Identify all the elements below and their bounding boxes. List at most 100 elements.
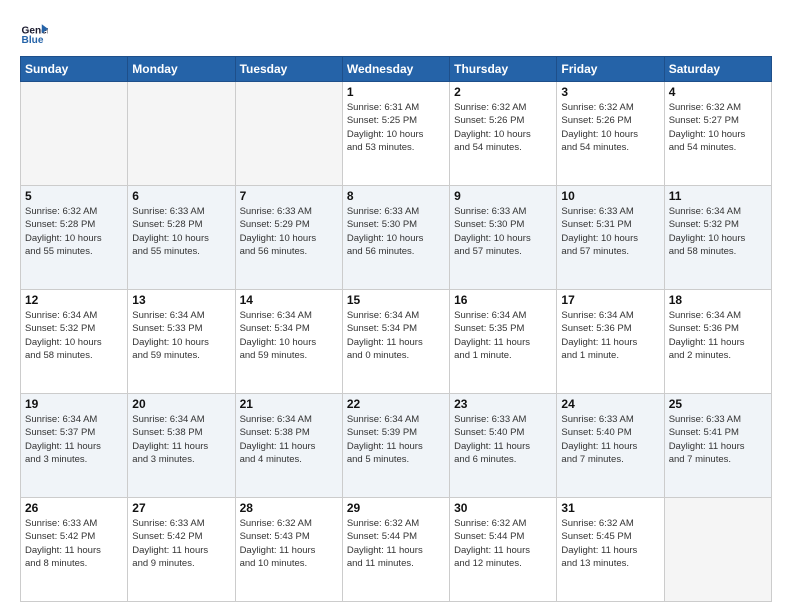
day-info: Sunrise: 6:34 AM Sunset: 5:32 PM Dayligh… [669, 205, 767, 258]
day-number: 22 [347, 397, 445, 411]
calendar-cell: 13 Sunrise: 6:34 AM Sunset: 5:33 PM Dayli… [128, 290, 235, 394]
day-info: Sunrise: 6:34 AM Sunset: 5:34 PM Dayligh… [347, 309, 445, 362]
calendar-cell: 4 Sunrise: 6:32 AM Sunset: 5:27 PM Daylig… [664, 82, 771, 186]
day-info: Sunrise: 6:32 AM Sunset: 5:27 PM Dayligh… [669, 101, 767, 154]
day-info: Sunrise: 6:32 AM Sunset: 5:26 PM Dayligh… [561, 101, 659, 154]
day-number: 23 [454, 397, 552, 411]
day-info: Sunrise: 6:33 AM Sunset: 5:40 PM Dayligh… [454, 413, 552, 466]
calendar-cell: 29 Sunrise: 6:32 AM Sunset: 5:44 PM Dayli… [342, 498, 449, 602]
svg-text:Blue: Blue [22, 35, 44, 46]
calendar-cell: 20Sunrise: 6:34 AM Sunset: 5:38 PM Dayli… [128, 394, 235, 498]
day-info: Sunrise: 6:33 AM Sunset: 5:28 PM Dayligh… [132, 205, 230, 258]
day-number: 18 [669, 293, 767, 307]
calendar-cell: 19Sunrise: 6:34 AM Sunset: 5:37 PM Dayli… [21, 394, 128, 498]
day-number: 8 [347, 189, 445, 203]
calendar-cell: 2 Sunrise: 6:32 AM Sunset: 5:26 PM Daylig… [450, 82, 557, 186]
calendar-cell [235, 82, 342, 186]
day-info: Sunrise: 6:32 AM Sunset: 5:44 PM Dayligh… [347, 517, 445, 570]
day-number: 2 [454, 85, 552, 99]
calendar-cell: 25 Sunrise: 6:33 AM Sunset: 5:41 PM Dayli… [664, 394, 771, 498]
day-info: Sunrise: 6:34 AM Sunset: 5:36 PM Dayligh… [561, 309, 659, 362]
day-info: Sunrise: 6:34 AM Sunset: 5:34 PM Dayligh… [240, 309, 338, 362]
day-number: 30 [454, 501, 552, 515]
day-number: 20 [132, 397, 230, 411]
week-row-4: 19Sunrise: 6:34 AM Sunset: 5:37 PM Dayli… [21, 394, 772, 498]
calendar-cell: 23 Sunrise: 6:33 AM Sunset: 5:40 PM Dayli… [450, 394, 557, 498]
calendar-cell: 5 Sunrise: 6:32 AM Sunset: 5:28 PM Daylig… [21, 186, 128, 290]
day-number: 10 [561, 189, 659, 203]
calendar-cell: 7Sunrise: 6:33 AM Sunset: 5:29 PM Daylig… [235, 186, 342, 290]
weekday-header-monday: Monday [128, 57, 235, 82]
day-number: 31 [561, 501, 659, 515]
calendar-cell: 6 Sunrise: 6:33 AM Sunset: 5:28 PM Daylig… [128, 186, 235, 290]
calendar-cell: 30 Sunrise: 6:32 AM Sunset: 5:44 PM Dayli… [450, 498, 557, 602]
week-row-5: 26Sunrise: 6:33 AM Sunset: 5:42 PM Dayli… [21, 498, 772, 602]
day-number: 6 [132, 189, 230, 203]
calendar-cell: 28 Sunrise: 6:32 AM Sunset: 5:43 PM Dayli… [235, 498, 342, 602]
calendar-cell: 15 Sunrise: 6:34 AM Sunset: 5:34 PM Dayli… [342, 290, 449, 394]
week-row-3: 12Sunrise: 6:34 AM Sunset: 5:32 PM Dayli… [21, 290, 772, 394]
day-number: 24 [561, 397, 659, 411]
day-info: Sunrise: 6:32 AM Sunset: 5:26 PM Dayligh… [454, 101, 552, 154]
weekday-header-sunday: Sunday [21, 57, 128, 82]
weekday-header-friday: Friday [557, 57, 664, 82]
day-info: Sunrise: 6:32 AM Sunset: 5:28 PM Dayligh… [25, 205, 123, 258]
calendar-cell: 1 Sunrise: 6:31 AM Sunset: 5:25 PM Daylig… [342, 82, 449, 186]
calendar-cell [21, 82, 128, 186]
page: General Blue SundayMondayTuesdayWednesda… [0, 0, 792, 612]
week-row-2: 5 Sunrise: 6:32 AM Sunset: 5:28 PM Daylig… [21, 186, 772, 290]
calendar-cell: 12Sunrise: 6:34 AM Sunset: 5:32 PM Dayli… [21, 290, 128, 394]
calendar-cell: 26Sunrise: 6:33 AM Sunset: 5:42 PM Dayli… [21, 498, 128, 602]
calendar-cell: 17 Sunrise: 6:34 AM Sunset: 5:36 PM Dayli… [557, 290, 664, 394]
day-info: Sunrise: 6:33 AM Sunset: 5:42 PM Dayligh… [25, 517, 123, 570]
weekday-header-tuesday: Tuesday [235, 57, 342, 82]
day-info: Sunrise: 6:33 AM Sunset: 5:41 PM Dayligh… [669, 413, 767, 466]
day-number: 19 [25, 397, 123, 411]
header: General Blue [20, 18, 772, 46]
day-number: 21 [240, 397, 338, 411]
day-number: 9 [454, 189, 552, 203]
day-number: 27 [132, 501, 230, 515]
calendar-cell: 14 Sunrise: 6:34 AM Sunset: 5:34 PM Dayli… [235, 290, 342, 394]
day-number: 28 [240, 501, 338, 515]
calendar-cell: 18 Sunrise: 6:34 AM Sunset: 5:36 PM Dayli… [664, 290, 771, 394]
calendar-cell: 9Sunrise: 6:33 AM Sunset: 5:30 PM Daylig… [450, 186, 557, 290]
logo-icon: General Blue [20, 18, 48, 46]
week-row-1: 1 Sunrise: 6:31 AM Sunset: 5:25 PM Daylig… [21, 82, 772, 186]
day-info: Sunrise: 6:33 AM Sunset: 5:29 PM Dayligh… [240, 205, 338, 258]
day-number: 29 [347, 501, 445, 515]
calendar-cell: 3 Sunrise: 6:32 AM Sunset: 5:26 PM Daylig… [557, 82, 664, 186]
day-number: 14 [240, 293, 338, 307]
calendar-cell: 31Sunrise: 6:32 AM Sunset: 5:45 PM Dayli… [557, 498, 664, 602]
day-number: 13 [132, 293, 230, 307]
day-number: 15 [347, 293, 445, 307]
day-number: 17 [561, 293, 659, 307]
day-number: 3 [561, 85, 659, 99]
calendar-cell [664, 498, 771, 602]
day-info: Sunrise: 6:34 AM Sunset: 5:32 PM Dayligh… [25, 309, 123, 362]
calendar-table: SundayMondayTuesdayWednesdayThursdayFrid… [20, 56, 772, 602]
calendar-cell: 21Sunrise: 6:34 AM Sunset: 5:38 PM Dayli… [235, 394, 342, 498]
calendar-cell: 24 Sunrise: 6:33 AM Sunset: 5:40 PM Dayli… [557, 394, 664, 498]
calendar-cell: 10 Sunrise: 6:33 AM Sunset: 5:31 PM Dayli… [557, 186, 664, 290]
day-number: 1 [347, 85, 445, 99]
day-info: Sunrise: 6:34 AM Sunset: 5:35 PM Dayligh… [454, 309, 552, 362]
calendar-cell [128, 82, 235, 186]
weekday-header-wednesday: Wednesday [342, 57, 449, 82]
weekday-header-saturday: Saturday [664, 57, 771, 82]
day-info: Sunrise: 6:32 AM Sunset: 5:43 PM Dayligh… [240, 517, 338, 570]
day-info: Sunrise: 6:33 AM Sunset: 5:40 PM Dayligh… [561, 413, 659, 466]
day-info: Sunrise: 6:32 AM Sunset: 5:44 PM Dayligh… [454, 517, 552, 570]
day-number: 16 [454, 293, 552, 307]
day-info: Sunrise: 6:33 AM Sunset: 5:42 PM Dayligh… [132, 517, 230, 570]
calendar-cell: 27 Sunrise: 6:33 AM Sunset: 5:42 PM Dayli… [128, 498, 235, 602]
day-info: Sunrise: 6:33 AM Sunset: 5:31 PM Dayligh… [561, 205, 659, 258]
day-info: Sunrise: 6:34 AM Sunset: 5:33 PM Dayligh… [132, 309, 230, 362]
day-number: 4 [669, 85, 767, 99]
day-number: 5 [25, 189, 123, 203]
calendar-cell: 11Sunrise: 6:34 AM Sunset: 5:32 PM Dayli… [664, 186, 771, 290]
day-info: Sunrise: 6:34 AM Sunset: 5:36 PM Dayligh… [669, 309, 767, 362]
day-number: 25 [669, 397, 767, 411]
day-info: Sunrise: 6:31 AM Sunset: 5:25 PM Dayligh… [347, 101, 445, 154]
weekday-header-row: SundayMondayTuesdayWednesdayThursdayFrid… [21, 57, 772, 82]
